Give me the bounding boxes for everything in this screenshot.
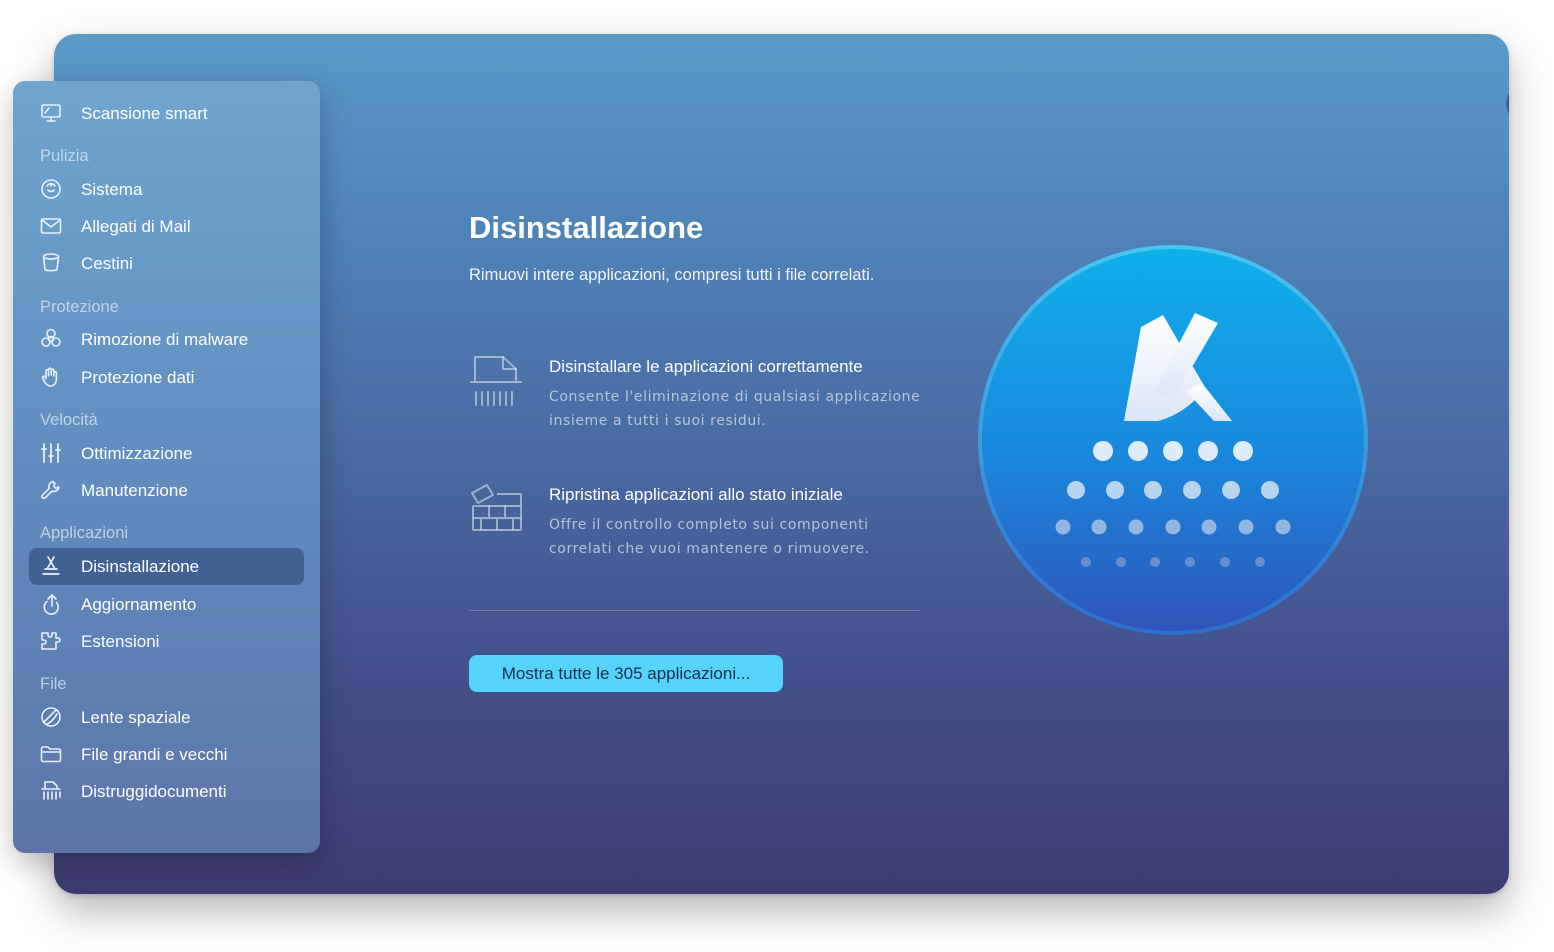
- extensions-icon: [39, 629, 63, 653]
- sidebar-item-label: Rimozione di malware: [81, 330, 249, 349]
- uninstaller-hero-icon: [976, 243, 1370, 637]
- sidebar-item-label: Estensioni: [81, 632, 160, 651]
- uninstaller-icon: [39, 554, 63, 578]
- sidebar-item-updater[interactable]: Aggiornamento: [29, 586, 304, 623]
- section-title-speed: Velocità: [40, 411, 98, 429]
- sidebar-item-label: File grandi e vecchi: [81, 745, 228, 764]
- sidebar-item-malware-removal[interactable]: Rimozione di malware: [29, 321, 304, 358]
- sidebar-item-label: Sistema: [81, 180, 143, 199]
- page-subtitle: Rimuovi intere applicazioni, compresi tu…: [469, 266, 875, 284]
- sidebar-item-maintenance[interactable]: Manutenzione: [29, 472, 304, 509]
- monitor-icon: [39, 101, 63, 125]
- reset-bricks-icon: [467, 481, 525, 539]
- sidebar-item-extensions[interactable]: Estensioni: [29, 623, 304, 660]
- section-title-protection: Protezione: [40, 298, 119, 316]
- section-title-applications: Applicazioni: [40, 524, 129, 542]
- sidebar-item-label: Cestini: [81, 254, 133, 273]
- sidebar-item-optimization[interactable]: Ottimizzazione: [29, 435, 304, 472]
- show-all-apps-button[interactable]: Mostra tutte le 305 applicazioni...: [469, 655, 783, 692]
- section-title-cleanup: Pulizia: [40, 147, 89, 165]
- system-junk-icon: [39, 177, 63, 201]
- feature-title-reset-apps: Ripristina applicazioni allo stato inizi…: [549, 485, 843, 504]
- sidebar: Scansione smart Pulizia Sistema Allegati…: [13, 81, 320, 853]
- feature-desc-uninstall-correctly: Consente l'eliminazione di qualsiasi app…: [549, 389, 921, 429]
- folder-icon: [39, 742, 63, 766]
- feature-desc-reset-apps: Offre il controllo completo sui componen…: [549, 517, 870, 557]
- sidebar-item-space-lens[interactable]: Lente spaziale: [29, 699, 304, 736]
- sidebar-item-shredder[interactable]: Distruggidocumenti: [29, 773, 304, 810]
- sliders-icon: [39, 441, 63, 465]
- sidebar-item-label: Lente spaziale: [81, 708, 191, 727]
- sidebar-item-system[interactable]: Sistema: [29, 171, 304, 208]
- sidebar-item-mail-attachments[interactable]: Allegati di Mail: [29, 208, 304, 245]
- sidebar-item-label: Protezione dati: [81, 368, 195, 387]
- sidebar-item-large-old-files[interactable]: File grandi e vecchi: [29, 736, 304, 773]
- sidebar-item-uninstaller[interactable]: Disinstallazione: [29, 548, 304, 585]
- sidebar-item-smart-scan[interactable]: Scansione smart: [29, 95, 304, 132]
- feature-title-uninstall-correctly: Disinstallare le applicazioni correttame…: [549, 357, 863, 376]
- sidebar-item-label: Aggiornamento: [81, 595, 197, 614]
- section-title-files: File: [40, 675, 67, 693]
- sidebar-item-label: Scansione smart: [81, 104, 208, 123]
- divider: [469, 610, 921, 611]
- biohazard-icon: [39, 327, 63, 351]
- wrench-icon: [39, 478, 63, 502]
- envelope-icon: [39, 214, 63, 238]
- trash-bin-icon: [39, 251, 63, 275]
- hand-icon: [39, 365, 63, 389]
- assistant-button[interactable]: [1506, 82, 1509, 125]
- shredder-icon: [39, 779, 63, 803]
- page-title: Disinstallazione: [469, 210, 704, 245]
- sidebar-item-label: Distruggidocumenti: [81, 782, 227, 801]
- updater-icon: [39, 592, 63, 616]
- sidebar-item-label: Manutenzione: [81, 481, 188, 500]
- sidebar-item-label: Disinstallazione: [81, 557, 200, 576]
- sidebar-item-label: Ottimizzazione: [81, 444, 193, 463]
- sidebar-item-data-protection[interactable]: Protezione dati: [29, 359, 304, 396]
- shredded-document-icon: [467, 352, 525, 410]
- space-lens-icon: [39, 705, 63, 729]
- sidebar-item-trash-bins[interactable]: Cestini: [29, 245, 304, 282]
- sidebar-item-label: Allegati di Mail: [81, 217, 191, 236]
